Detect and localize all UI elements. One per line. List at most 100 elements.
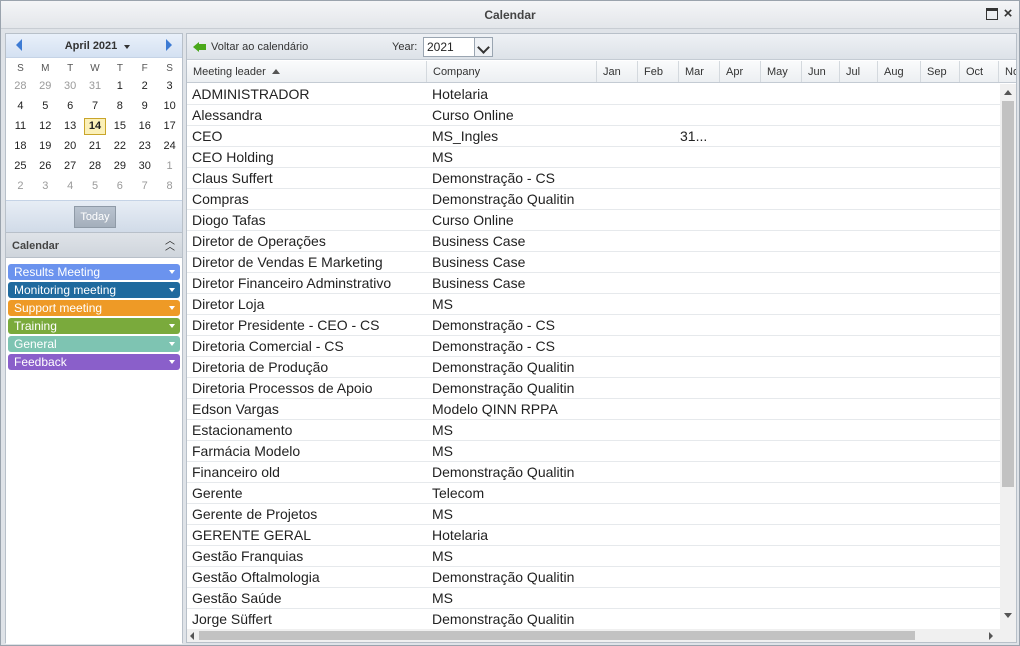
horizontal-scroll-thumb[interactable]	[199, 631, 915, 640]
table-row[interactable]: Alessandra Curso Online	[187, 105, 1000, 126]
calendar-day[interactable]: 29	[33, 76, 58, 96]
dropdown-icon[interactable]	[169, 324, 175, 328]
calendar-day[interactable]: 16	[132, 116, 157, 136]
column-month[interactable]: Oct	[960, 61, 999, 82]
march-cell[interactable]	[680, 525, 720, 546]
vertical-scrollbar[interactable]	[1000, 84, 1016, 629]
march-cell[interactable]	[680, 504, 720, 525]
column-month[interactable]: Apr	[720, 61, 761, 82]
calendar-day[interactable]: 11	[8, 116, 33, 136]
year-select[interactable]: 2021	[423, 37, 493, 57]
today-button[interactable]: Today	[74, 206, 116, 228]
calendar-day[interactable]: 5	[83, 176, 108, 196]
close-icon[interactable]: ×	[1002, 6, 1014, 21]
table-row[interactable]: Diretoria Processos de Apoio Demonstração…	[187, 378, 1000, 399]
column-meeting-leader[interactable]: Meeting leader	[187, 61, 427, 82]
march-cell[interactable]	[680, 357, 720, 378]
calendar-day[interactable]: 5	[33, 96, 58, 116]
calendar-day[interactable]: 19	[33, 136, 58, 156]
march-cell[interactable]	[680, 588, 720, 609]
march-cell[interactable]	[680, 231, 720, 252]
chevron-down-icon[interactable]	[474, 38, 492, 56]
collapse-icon[interactable]: ︿ ︿	[164, 237, 176, 253]
table-row[interactable]: Diretor Presidente - CEO - CS Demonstraçã…	[187, 315, 1000, 336]
column-month[interactable]: Sep	[921, 61, 960, 82]
dropdown-icon[interactable]	[169, 342, 175, 346]
table-row[interactable]: Diretor de Operações Business Case	[187, 231, 1000, 252]
march-cell[interactable]	[680, 546, 720, 567]
month-dropdown-icon[interactable]	[124, 45, 130, 49]
calendar-day[interactable]: 2	[132, 76, 157, 96]
calendar-day[interactable]: 26	[33, 156, 58, 176]
calendar-panel-header[interactable]: Calendar ︿ ︿	[6, 232, 182, 258]
table-row[interactable]: Claus Suffert Demonstração - CS	[187, 168, 1000, 189]
calendar-item[interactable]: Support meeting	[8, 300, 180, 316]
table-row[interactable]: Diretor Loja MS	[187, 294, 1000, 315]
march-cell[interactable]	[680, 210, 720, 231]
march-cell[interactable]	[680, 252, 720, 273]
calendar-day[interactable]: 30	[58, 76, 83, 96]
table-row[interactable]: Diogo Tafas Curso Online	[187, 210, 1000, 231]
table-row[interactable]: Gestão Saúde MS	[187, 588, 1000, 609]
calendar-item[interactable]: Monitoring meeting	[8, 282, 180, 298]
vertical-scroll-thumb[interactable]	[1002, 101, 1014, 487]
march-cell[interactable]	[680, 315, 720, 336]
maximize-icon[interactable]	[986, 8, 998, 20]
calendar-item[interactable]: Results Meeting	[8, 264, 180, 280]
calendar-day[interactable]: 28	[83, 156, 108, 176]
march-cell[interactable]	[680, 420, 720, 441]
dropdown-icon[interactable]	[169, 270, 175, 274]
calendar-day[interactable]: 23	[132, 136, 157, 156]
column-month[interactable]: May	[761, 61, 802, 82]
table-row[interactable]: Compras Demonstração Qualitin	[187, 189, 1000, 210]
march-cell[interactable]	[680, 294, 720, 315]
calendar-day[interactable]: 17	[157, 116, 182, 136]
table-row[interactable]: Financeiro old Demonstração Qualitin	[187, 462, 1000, 483]
prev-month-icon[interactable]	[16, 39, 22, 51]
calendar-day[interactable]: 3	[157, 76, 182, 96]
horizontal-scrollbar[interactable]	[187, 629, 1000, 642]
calendar-day[interactable]: 1	[107, 76, 132, 96]
table-row[interactable]: Farmácia Modelo MS	[187, 441, 1000, 462]
table-row[interactable]: Estacionamento MS	[187, 420, 1000, 441]
march-cell[interactable]	[680, 441, 720, 462]
table-row[interactable]: Diretoria de Produção Demonstração Qualit…	[187, 357, 1000, 378]
calendar-day[interactable]: 13	[58, 116, 83, 136]
column-company[interactable]: Company	[427, 61, 597, 82]
calendar-item[interactable]: Training	[8, 318, 180, 334]
calendar-day[interactable]: 3	[33, 176, 58, 196]
march-cell[interactable]	[680, 273, 720, 294]
calendar-day[interactable]: 10	[157, 96, 182, 116]
calendar-day[interactable]: 30	[132, 156, 157, 176]
next-month-icon[interactable]	[166, 39, 172, 51]
calendar-day[interactable]: 21	[83, 136, 108, 156]
calendar-day[interactable]: 15	[107, 116, 132, 136]
table-row[interactable]: Gestão Oftalmologia Demonstração Qualitin	[187, 567, 1000, 588]
column-month[interactable]: Jun	[802, 61, 840, 82]
calendar-day[interactable]: 22	[107, 136, 132, 156]
march-cell[interactable]	[680, 567, 720, 588]
march-cell[interactable]	[680, 609, 720, 629]
calendar-item[interactable]: Feedback	[8, 354, 180, 370]
table-row[interactable]: Diretor Financeiro Adminstrativo Business…	[187, 273, 1000, 294]
march-cell[interactable]	[680, 336, 720, 357]
back-to-calendar-button[interactable]: Voltar ao calendário	[193, 39, 308, 55]
calendar-day[interactable]: 24	[157, 136, 182, 156]
calendar-day[interactable]: 29	[107, 156, 132, 176]
calendar-day[interactable]: 20	[58, 136, 83, 156]
calendar-day[interactable]: 2	[8, 176, 33, 196]
column-month[interactable]: Mar	[679, 61, 720, 82]
calendar-day[interactable]: 4	[8, 96, 33, 116]
calendar-day[interactable]: 25	[8, 156, 33, 176]
table-row[interactable]: Gestão Franquias MS	[187, 546, 1000, 567]
calendar-day[interactable]: 7	[132, 176, 157, 196]
scroll-right-icon[interactable]	[989, 632, 993, 640]
march-cell[interactable]	[680, 189, 720, 210]
scroll-up-icon[interactable]	[1004, 90, 1012, 95]
calendar-item[interactable]: General	[8, 336, 180, 352]
table-row[interactable]: Gerente de Projetos MS	[187, 504, 1000, 525]
table-row[interactable]: Jorge Süffert Demonstração Qualitin	[187, 609, 1000, 629]
march-cell[interactable]	[680, 168, 720, 189]
table-row[interactable]: Edson Vargas Modelo QINN RPPA	[187, 399, 1000, 420]
calendar-day[interactable]: 6	[107, 176, 132, 196]
